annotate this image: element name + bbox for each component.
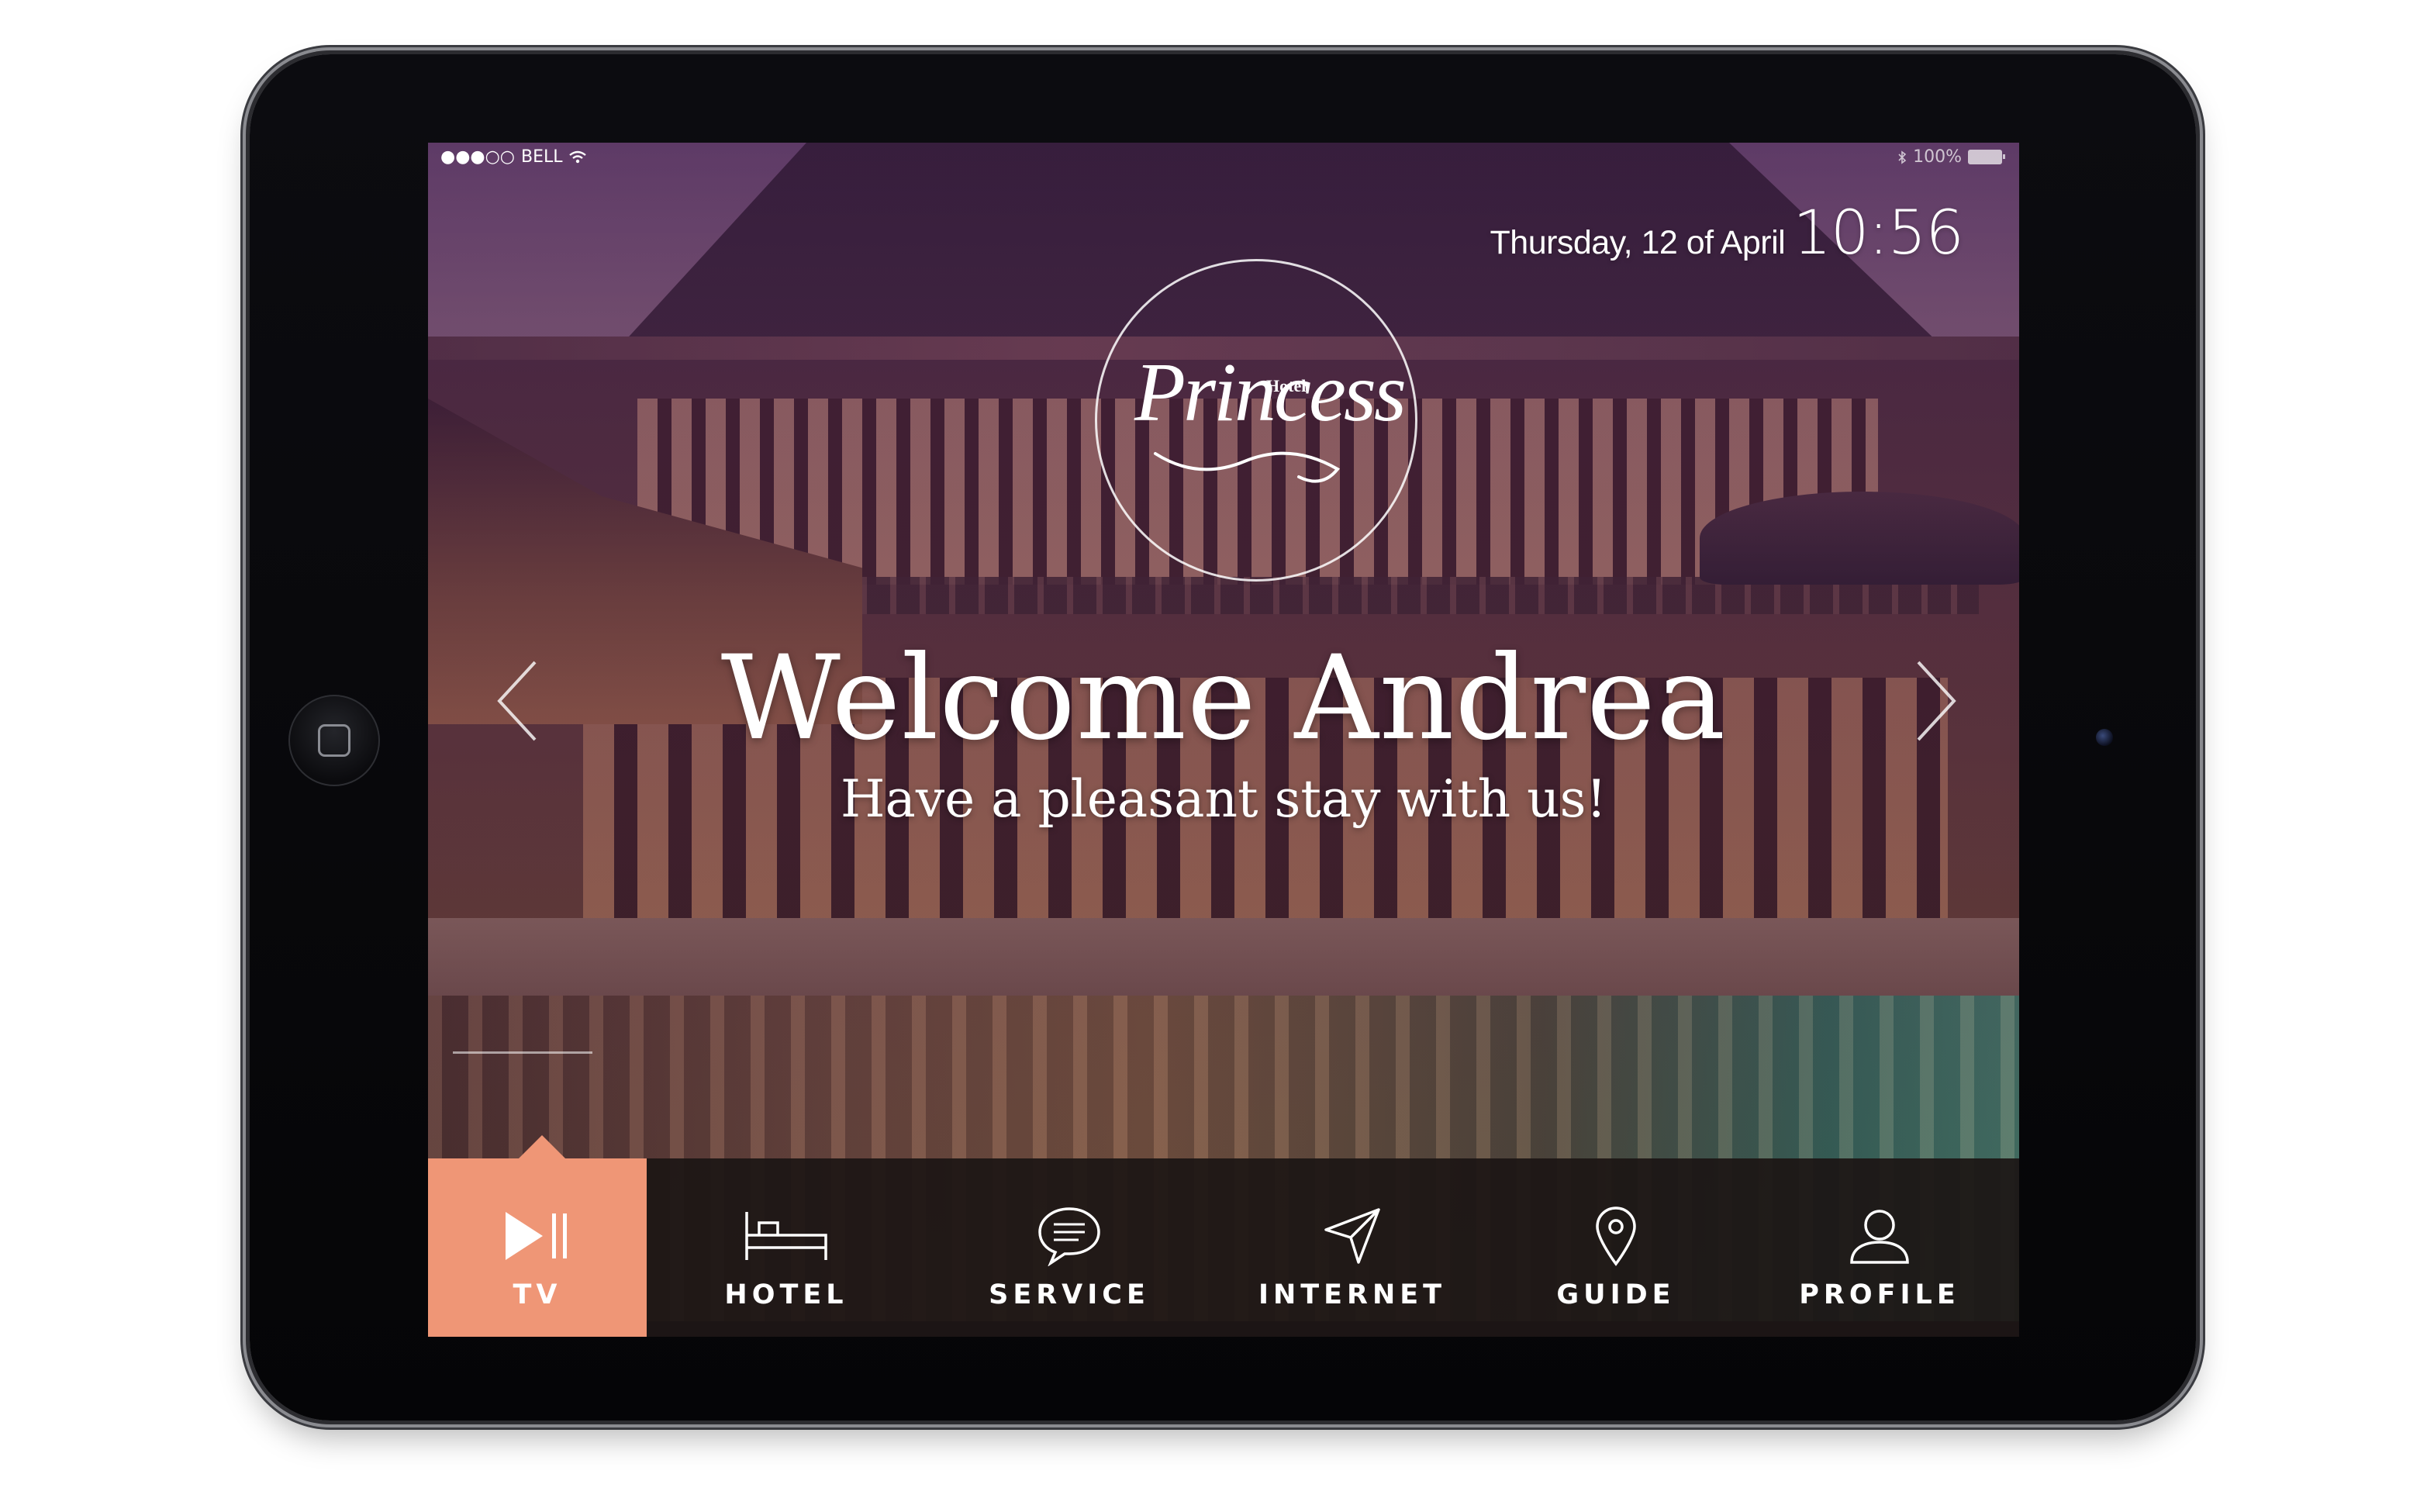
nav-item-profile[interactable]: PROFILE: [1740, 1158, 2019, 1337]
welcome-subtitle: Have a pleasant stay with us!: [840, 769, 1607, 829]
nav-label-tv: TV: [513, 1279, 562, 1310]
user-icon: [1850, 1210, 1909, 1264]
chat-bubble-icon: [1038, 1207, 1100, 1266]
paper-plane-icon: [1324, 1208, 1380, 1264]
carrier-name: BELL: [520, 147, 563, 167]
date-time: Thursday, 12 of April 10:56: [1490, 198, 1964, 268]
current-date: Thursday, 12 of April: [1490, 224, 1786, 261]
signal-strength-icon: ●●●○○: [440, 147, 515, 167]
nav-item-tv[interactable]: TV: [428, 1135, 647, 1337]
app-screen: ●●●○○ BELL 100% Thursday, 12 of April 10…: [428, 143, 2019, 1337]
nav-label-hotel: HOTEL: [724, 1279, 848, 1310]
active-indicator: [519, 1135, 565, 1158]
current-time: 10:56: [1793, 198, 1964, 268]
nav-label-internet: INTERNET: [1258, 1279, 1447, 1310]
wifi-icon: [568, 150, 586, 163]
nav-label-guide: GUIDE: [1556, 1279, 1676, 1310]
map-pin-icon: [1596, 1206, 1636, 1266]
home-button-icon: [318, 724, 350, 757]
hotel-logo: Hotel Princess: [1095, 259, 1417, 582]
battery-icon: [1968, 150, 2005, 164]
home-button[interactable]: [288, 695, 380, 786]
welcome-heading: Welcome Andrea: [720, 631, 1727, 766]
logo-princess-text: Princess: [1134, 347, 1407, 439]
play-pause-icon: [506, 1212, 567, 1260]
bluetooth-icon: [1898, 150, 1907, 164]
nav-item-internet[interactable]: INTERNET: [1213, 1158, 1492, 1337]
logo-swash-icon: [1154, 451, 1341, 483]
nav-label-service: SERVICE: [989, 1279, 1150, 1310]
front-camera: [2096, 729, 2113, 746]
battery-percent: 100%: [1913, 147, 1962, 167]
nav-item-hotel[interactable]: HOTEL: [647, 1158, 926, 1337]
status-bar: ●●●○○ BELL 100%: [428, 143, 2019, 167]
carousel-indicator: [453, 1051, 592, 1054]
nav-label-profile: PROFILE: [1799, 1279, 1960, 1310]
bottom-navigation: TV HOTEL SERVICE INTERNET GUIDE PROFILE: [428, 1135, 2019, 1337]
nav-item-service[interactable]: SERVICE: [926, 1158, 1213, 1337]
bed-icon: [745, 1212, 827, 1260]
nav-item-guide[interactable]: GUIDE: [1492, 1158, 1740, 1337]
